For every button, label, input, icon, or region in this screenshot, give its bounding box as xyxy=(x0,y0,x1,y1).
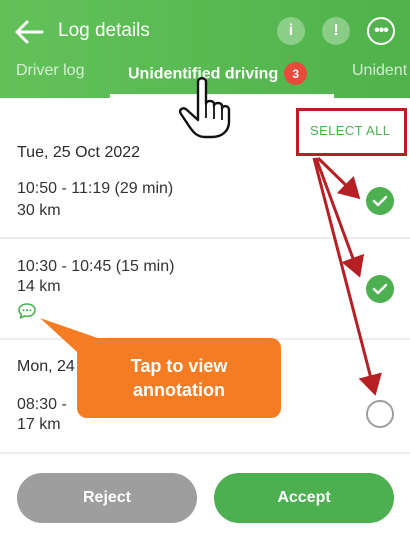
check-icon[interactable] xyxy=(366,187,394,215)
tab-driver-log[interactable]: Driver log xyxy=(16,62,84,80)
more-icon[interactable]: ••• xyxy=(367,17,395,45)
tab-label: Driver log xyxy=(16,62,85,79)
reject-button[interactable]: Reject xyxy=(17,473,197,523)
arrow-to-entry-3 xyxy=(312,157,382,396)
entry-time[interactable]: 08:30 - xyxy=(17,396,67,414)
tab-label: Unidentified driving xyxy=(128,65,279,83)
divider xyxy=(0,237,410,239)
page-title: Log details xyxy=(58,20,150,41)
count-badge: 3 xyxy=(284,62,308,85)
entry-distance: 17 km xyxy=(17,416,61,433)
entry-time[interactable]: 10:30 - 10:45 (15 min) xyxy=(17,258,174,276)
tab-unidentified-driving[interactable]: Unidentified driving 3 xyxy=(128,62,308,85)
tab-unidentified-partial[interactable]: Unident xyxy=(352,62,407,80)
check-icon[interactable] xyxy=(366,275,394,303)
date-header: Mon, 24 xyxy=(17,358,75,375)
date-header: Tue, 25 Oct 2022 xyxy=(17,144,141,161)
back-arrow-icon[interactable] xyxy=(14,19,44,45)
entry-distance: 14 km xyxy=(17,278,61,295)
arrow-to-entry-2 xyxy=(314,157,365,278)
comment-icon[interactable] xyxy=(17,302,37,320)
tab-label: Unident xyxy=(352,62,408,79)
app-header: Log details i ! ••• Driver log Unidentif… xyxy=(0,0,410,98)
accept-button[interactable]: Accept xyxy=(214,473,394,523)
callout-line: annotation xyxy=(133,380,225,400)
entry-distance: 30 km xyxy=(17,202,61,219)
unchecked-circle-icon[interactable] xyxy=(366,400,394,428)
highlight-box xyxy=(296,108,407,156)
info-icon[interactable]: i xyxy=(277,17,305,45)
callout-line: Tap to view xyxy=(130,356,228,376)
annotation-callout: Tap to view annotation xyxy=(77,338,281,418)
divider xyxy=(0,452,410,454)
arrow-to-entry-1 xyxy=(316,156,361,200)
active-tab-indicator xyxy=(110,94,334,98)
alert-icon[interactable]: ! xyxy=(322,17,350,45)
entry-time[interactable]: 10:50 - 11:19 (29 min) xyxy=(17,180,173,198)
